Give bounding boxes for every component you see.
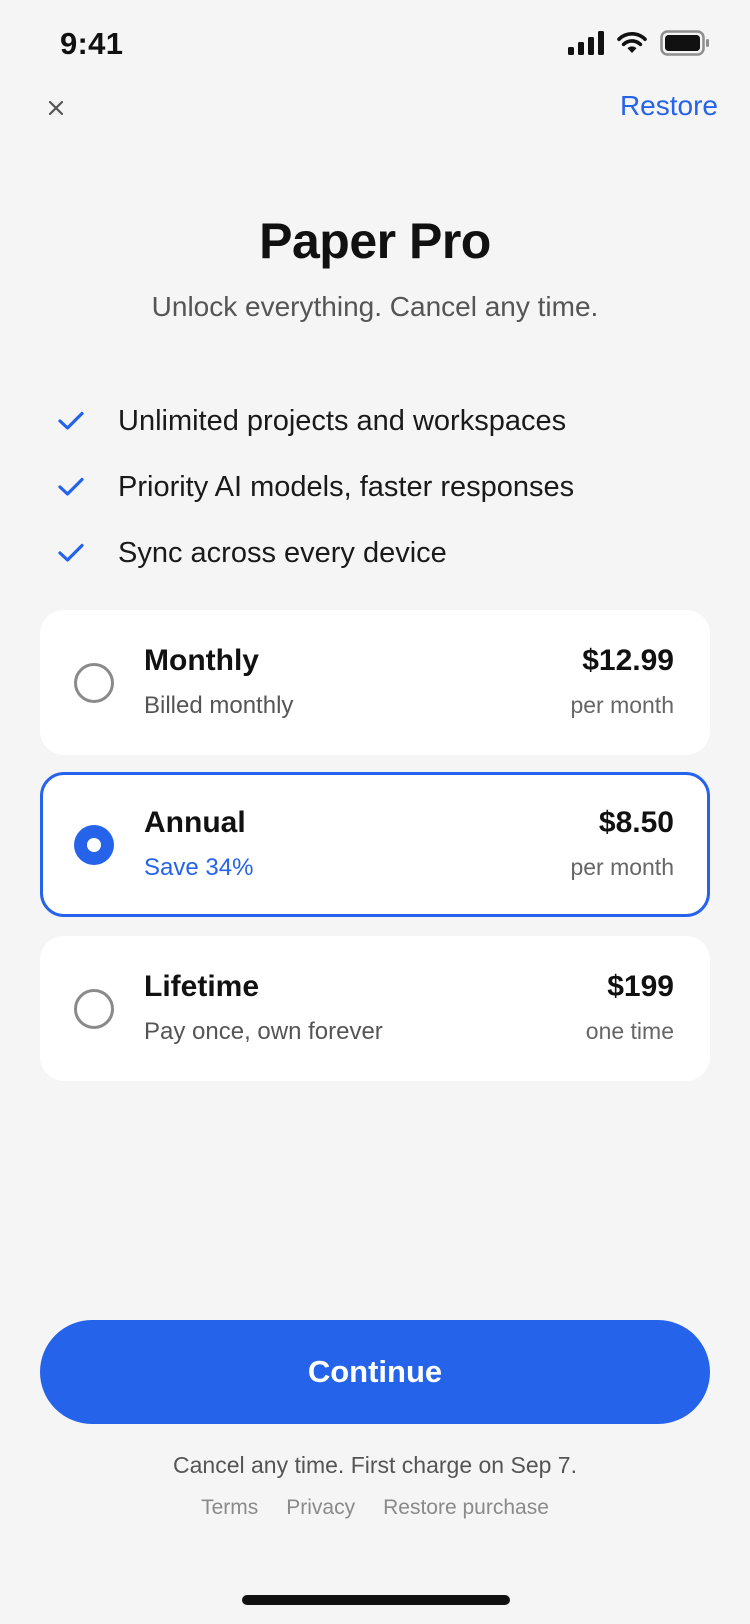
footer-links: Terms Privacy Restore purchase: [0, 1496, 750, 1520]
feature-item: Unlimited projects and workspaces: [58, 388, 708, 454]
restore-link[interactable]: Restore: [620, 90, 718, 122]
terms-link[interactable]: Terms: [201, 1496, 258, 1520]
feature-label: Sync across every device: [118, 536, 447, 569]
radio-selected[interactable]: [74, 824, 114, 865]
feature-list: Unlimited projects and workspaces Priori…: [58, 388, 708, 586]
plan-description: Pay once, own forever: [144, 1018, 383, 1045]
page-title: Paper Pro: [259, 213, 491, 269]
home-indicator[interactable]: [242, 1595, 510, 1605]
billing-fine-print: Cancel any time. First charge on Sep 7.: [173, 1452, 577, 1478]
plan-savings-label: Save 34%: [144, 854, 254, 881]
plan-price: $199: [607, 970, 674, 1003]
page-subtitle: Unlock everything. Cancel any time.: [151, 291, 599, 322]
checkmark-icon: [58, 411, 118, 431]
wifi-icon: [616, 31, 648, 55]
status-icons: [568, 30, 710, 56]
battery-icon: [660, 30, 710, 56]
feature-label: Priority AI models, faster responses: [118, 470, 575, 503]
plan-price: $12.99: [582, 644, 674, 677]
feature-item: Priority AI models, faster responses: [58, 454, 708, 520]
feature-label: Unlimited projects and workspaces: [118, 404, 567, 437]
plan-period: per month: [570, 854, 674, 880]
radio-unselected[interactable]: [74, 662, 114, 703]
plan-name: Monthly: [144, 644, 259, 677]
status-bar: 9:41: [0, 0, 750, 90]
checkmark-icon: [58, 477, 118, 497]
plan-description: Billed monthly: [144, 692, 294, 719]
radio-unselected[interactable]: [74, 988, 114, 1029]
plan-option-lifetime[interactable]: Lifetime Pay once, own forever $199 one …: [40, 936, 710, 1081]
plan-name: Lifetime: [144, 970, 260, 1003]
feature-item: Sync across every device: [58, 520, 708, 586]
plan-option-annual[interactable]: Annual Save 34% $8.50 per month: [40, 772, 710, 917]
continue-button[interactable]: Continue: [40, 1320, 710, 1424]
cellular-signal-icon: [568, 31, 604, 55]
plan-price: $8.50: [598, 806, 674, 839]
status-time: 9:41: [60, 26, 124, 61]
checkmark-icon: [58, 543, 118, 563]
plan-name: Annual: [144, 806, 246, 839]
close-button[interactable]: [36, 88, 76, 128]
restore-purchase-link[interactable]: Restore purchase: [383, 1496, 549, 1520]
privacy-link[interactable]: Privacy: [286, 1496, 355, 1520]
plan-option-monthly[interactable]: Monthly Billed monthly $12.99 per month: [40, 610, 710, 755]
close-icon: [48, 100, 64, 116]
paywall-screen: 9:41 Restore Paper Pro Unlock everything…: [0, 0, 750, 1624]
plan-period: one time: [585, 1018, 674, 1044]
plan-period: per month: [570, 692, 674, 718]
